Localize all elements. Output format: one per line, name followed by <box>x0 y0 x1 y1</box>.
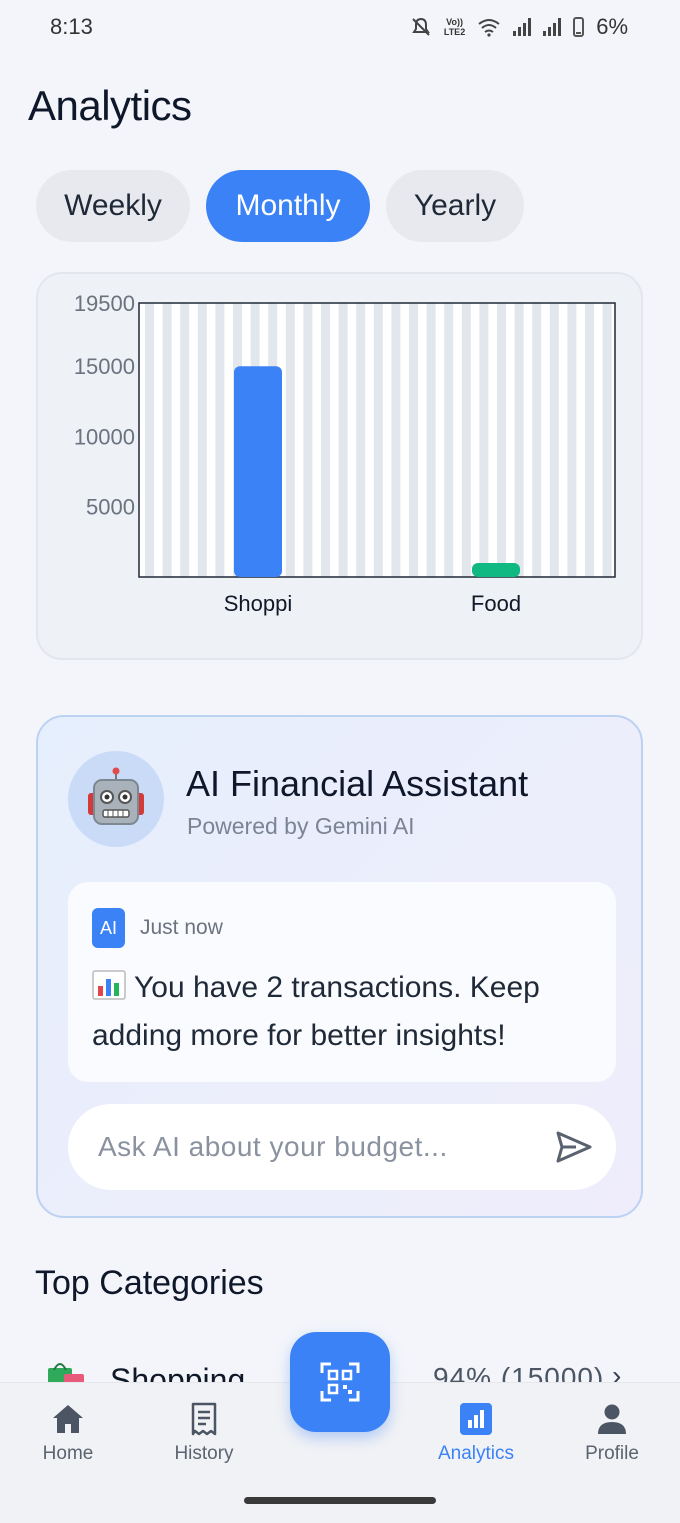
status-time: 8:13 <box>50 14 93 39</box>
chevron-right-icon: › <box>612 1360 622 1382</box>
grid-stripe <box>549 303 559 577</box>
wifi-icon <box>478 19 500 37</box>
grid-stripe <box>479 303 489 577</box>
tab-weekly[interactable]: Weekly <box>36 170 190 242</box>
send-icon[interactable] <box>556 1130 592 1164</box>
bar-food <box>472 562 520 577</box>
ai-message: AI Just now You have 2 transactions. Kee… <box>68 882 616 1082</box>
spending-chart-card: 19500 15000 10000 5000 Shoppi Food <box>36 272 643 660</box>
qr-scan-button[interactable] <box>290 1332 390 1432</box>
grid-stripe <box>215 303 225 577</box>
grid-stripe <box>409 303 418 577</box>
grid-stripe <box>338 303 348 577</box>
signal-2-icon <box>543 18 562 36</box>
page-title: Analytics <box>28 82 192 129</box>
nav-profile-label: Profile <box>585 1443 639 1464</box>
nav-history-label: History <box>174 1443 234 1464</box>
ai-assistant-card: AI Financial Assistant Powered by Gemini… <box>36 715 643 1218</box>
status-icons: Vo)) LTE2 6% <box>410 14 628 40</box>
period-tabs: Weekly Monthly Yearly <box>36 170 524 242</box>
message-time: Just now <box>140 916 223 939</box>
grid-stripe <box>285 303 295 577</box>
grid-stripe <box>162 303 172 577</box>
grid-stripe <box>497 303 506 577</box>
battery-icon <box>573 17 585 37</box>
nav-profile[interactable]: Profile <box>552 1401 672 1465</box>
grid-stripe <box>567 303 577 577</box>
home-indicator <box>244 1497 436 1504</box>
tab-monthly[interactable]: Monthly <box>206 170 370 242</box>
ask-ai-bar <box>68 1104 616 1190</box>
profile-icon <box>598 1404 626 1434</box>
y-tick-label: 10000 <box>74 424 135 449</box>
grid-stripe <box>197 303 207 577</box>
mute-bell-icon <box>411 17 430 36</box>
bar-chart: 19500 15000 10000 5000 Shoppi Food <box>74 291 616 616</box>
grid-stripe <box>303 303 313 577</box>
grid-stripe <box>426 303 436 577</box>
bar-chart-emoji-icon <box>92 970 126 1000</box>
qr-scan-icon <box>320 1362 360 1402</box>
grid-stripe <box>532 303 542 577</box>
robot-icon <box>88 767 144 825</box>
grid-stripe <box>145 303 154 577</box>
nav-home[interactable]: Home <box>8 1401 128 1465</box>
ai-subtitle: Powered by Gemini AI <box>187 813 415 839</box>
receipt-icon <box>191 1402 217 1436</box>
x-tick-label: Shoppi <box>224 591 293 616</box>
analytics-icon <box>460 1403 492 1435</box>
home-icon <box>53 1405 83 1433</box>
grid-stripe <box>180 303 190 577</box>
signal-1-icon <box>513 18 532 36</box>
ask-ai-input[interactable] <box>98 1124 538 1170</box>
category-value: 94% (15000) <box>433 1362 605 1382</box>
grid-stripe <box>356 303 366 577</box>
bar-shoppi <box>234 366 282 577</box>
ai-title: AI Financial Assistant <box>186 763 529 804</box>
grid-stripe <box>514 303 524 577</box>
y-tick-label: 5000 <box>86 495 135 520</box>
y-tick-label: 19500 <box>74 291 135 316</box>
grid-stripe <box>321 303 330 577</box>
nav-analytics[interactable]: Analytics <box>416 1401 536 1465</box>
nav-home-label: Home <box>42 1443 94 1464</box>
message-body: You have 2 transactions. Keep adding mor… <box>92 964 602 1060</box>
y-tick-label: 15000 <box>74 354 135 379</box>
top-categories-title: Top Categories <box>35 1264 264 1302</box>
nav-history[interactable]: History <box>144 1401 264 1465</box>
nav-analytics-label: Analytics <box>437 1443 515 1464</box>
volte-icon: Vo)) LTE2 <box>443 17 466 37</box>
grid-stripe <box>585 303 594 577</box>
grid-stripe <box>373 303 383 577</box>
ai-badge: AI <box>92 908 125 948</box>
grid-stripe <box>444 303 454 577</box>
grid-stripe <box>602 303 612 577</box>
tab-yearly[interactable]: Yearly <box>386 170 524 242</box>
robot-avatar <box>68 751 164 847</box>
category-name: Shopping <box>110 1362 246 1382</box>
grid-stripe <box>461 303 471 577</box>
shopping-bags-icon <box>48 1363 84 1382</box>
status-bar: 8:13 Vo)) LTE2 6% <box>0 0 680 56</box>
x-tick-label: Food <box>471 591 521 616</box>
battery-percent: 6% <box>596 14 628 39</box>
grid-stripe <box>391 303 401 577</box>
message-text: You have 2 transactions. Keep adding mor… <box>92 971 540 1052</box>
